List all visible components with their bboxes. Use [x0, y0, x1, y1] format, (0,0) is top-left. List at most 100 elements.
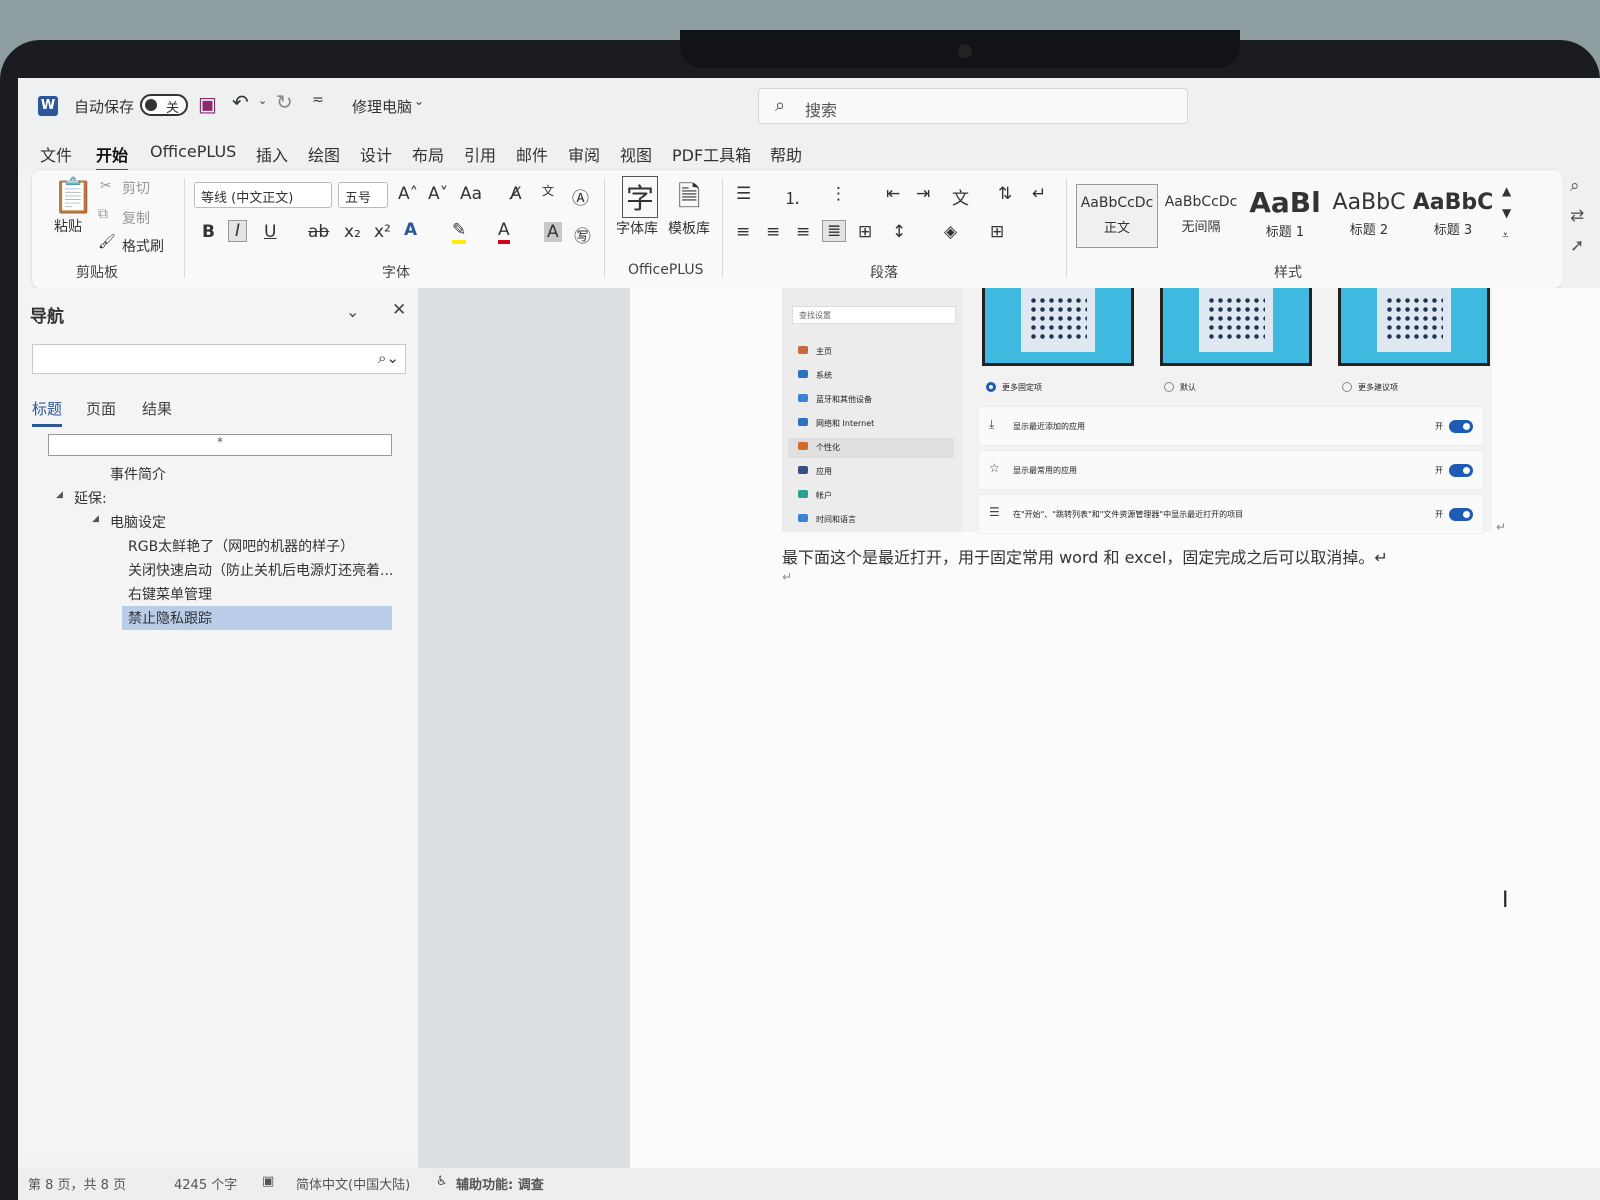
- highlight-icon[interactable]: ✎: [452, 220, 467, 244]
- tab-draw[interactable]: 绘图: [308, 142, 340, 166]
- undo-icon[interactable]: ↶: [232, 90, 249, 114]
- tab-layout[interactable]: 布局: [412, 142, 444, 166]
- template-library-label[interactable]: 模板库: [668, 218, 710, 238]
- template-library-icon[interactable]: 🗎: [678, 176, 701, 224]
- nav-heading-item-selected[interactable]: 禁止隐私跟踪: [122, 606, 392, 630]
- tab-insert[interactable]: 插入: [256, 142, 288, 166]
- document-title[interactable]: 修理电脑: [352, 96, 412, 117]
- font-size-select[interactable]: 五号: [338, 182, 388, 208]
- nav-heading-item[interactable]: 右键菜单管理: [128, 584, 212, 604]
- copy-label[interactable]: 复制: [122, 208, 150, 228]
- tab-home[interactable]: 开始: [96, 142, 129, 172]
- accessibility-icon[interactable]: ♿: [436, 1174, 448, 1189]
- language-status[interactable]: 简体中文(中国大陆): [296, 1174, 410, 1193]
- tab-file[interactable]: 文件: [40, 142, 72, 166]
- sort-icon[interactable]: ⇅: [998, 184, 1012, 204]
- paste-icon[interactable]: 📋: [52, 176, 94, 216]
- increase-indent-icon[interactable]: ⇥: [916, 184, 930, 204]
- multilevel-list-icon[interactable]: ⋮: [830, 184, 847, 204]
- line-spacing-icon[interactable]: ↕: [892, 222, 906, 242]
- nav-heading-item[interactable]: RGB太鲜艳了（网吧的机器的样子）: [128, 536, 408, 556]
- style-normal[interactable]: AaBbCcDc 正文: [1076, 184, 1158, 248]
- autosave-toggle[interactable]: 关: [140, 94, 188, 116]
- format-painter-label[interactable]: 格式刷: [122, 236, 164, 256]
- find-icon[interactable]: ⌕: [1570, 176, 1580, 196]
- search-box[interactable]: ⌕ 搜索: [758, 88, 1188, 124]
- borders-icon[interactable]: ⊞: [990, 222, 1004, 242]
- underline-icon[interactable]: U: [264, 222, 276, 242]
- align-center-icon[interactable]: ≡: [766, 222, 780, 242]
- undo-dropdown-icon[interactable]: ⌄: [258, 94, 267, 107]
- style-heading-3[interactable]: AaBbC 标题 3: [1412, 184, 1494, 248]
- character-border-icon[interactable]: Ⓐ: [572, 184, 589, 209]
- bold-icon[interactable]: B: [202, 222, 215, 242]
- paste-label[interactable]: 粘贴: [54, 216, 82, 236]
- nav-options-chevron-icon[interactable]: ⌄: [346, 302, 359, 321]
- heading-edit-box[interactable]: *: [48, 434, 392, 456]
- distributed-icon[interactable]: ⊞: [858, 222, 872, 242]
- text-effects-icon[interactable]: A: [404, 220, 417, 240]
- styles-more-icon[interactable]: ⩡: [1502, 228, 1509, 243]
- collapse-icon[interactable]: ◢: [56, 490, 63, 500]
- italic-icon[interactable]: I: [228, 220, 248, 242]
- word-count[interactable]: 4245 个字: [174, 1174, 237, 1193]
- title-dropdown-icon[interactable]: ⌄: [414, 94, 424, 108]
- nav-tab-headings[interactable]: 标题: [32, 398, 63, 427]
- font-color-icon[interactable]: A: [498, 220, 510, 244]
- replace-icon[interactable]: ⇄: [1570, 206, 1584, 226]
- redo-icon[interactable]: ↻: [276, 90, 293, 114]
- show-marks-icon[interactable]: ↵: [1032, 184, 1046, 204]
- font-library-icon[interactable]: 字: [622, 176, 659, 218]
- tab-references[interactable]: 引用: [464, 142, 496, 166]
- page-count[interactable]: 第 8 页，共 8 页: [28, 1174, 126, 1193]
- phonetic-guide-icon[interactable]: 文: [542, 182, 554, 199]
- bullets-icon[interactable]: ☰: [736, 184, 751, 204]
- nav-search-input[interactable]: ⌕⌄: [32, 344, 406, 374]
- tab-mailings[interactable]: 邮件: [516, 142, 548, 166]
- subscript-icon[interactable]: x₂: [344, 222, 361, 242]
- chinese-layout-icon[interactable]: 文: [952, 184, 969, 209]
- proofing-icon[interactable]: ▣: [262, 1174, 274, 1189]
- style-heading-1[interactable]: AaBl 标题 1: [1244, 184, 1326, 248]
- styles-scroll-up-icon[interactable]: ▲: [1502, 184, 1511, 198]
- font-library-label[interactable]: 字体库: [616, 218, 658, 238]
- superscript-icon[interactable]: x²: [374, 222, 391, 242]
- font-family-select[interactable]: 等线 (中文正文): [194, 182, 332, 208]
- style-heading-2[interactable]: AaBbC 标题 2: [1328, 184, 1410, 248]
- shrink-font-icon[interactable]: A˅: [428, 184, 448, 204]
- character-shading-icon[interactable]: A: [544, 222, 562, 242]
- nav-tab-results[interactable]: 结果: [142, 398, 172, 419]
- enclose-characters-icon[interactable]: ㊢: [574, 222, 591, 247]
- cut-icon[interactable]: ✂: [100, 178, 112, 194]
- decrease-indent-icon[interactable]: ⇤: [886, 184, 900, 204]
- nav-heading-item[interactable]: 延保:: [74, 488, 107, 508]
- align-left-icon[interactable]: ≡: [736, 222, 750, 242]
- tab-pdf-tools[interactable]: PDF工具箱: [672, 142, 751, 166]
- styles-scroll-down-icon[interactable]: ▼: [1502, 206, 1511, 220]
- tab-view[interactable]: 视图: [620, 142, 652, 166]
- align-right-icon[interactable]: ≡: [796, 222, 810, 242]
- save-icon[interactable]: ▣: [198, 92, 217, 116]
- strikethrough-icon[interactable]: ab: [308, 222, 329, 242]
- style-no-spacing[interactable]: AaBbCcDc 无间隔: [1160, 184, 1242, 248]
- select-icon[interactable]: ➚: [1570, 236, 1584, 256]
- tab-design[interactable]: 设计: [360, 142, 392, 166]
- nav-tab-pages[interactable]: 页面: [86, 398, 116, 419]
- shading-icon[interactable]: ◈: [944, 222, 957, 242]
- tab-review[interactable]: 审阅: [568, 142, 600, 166]
- close-icon[interactable]: ✕: [392, 300, 406, 320]
- copy-icon[interactable]: ⧉: [98, 206, 108, 222]
- nav-heading-item[interactable]: 电脑设定: [110, 512, 166, 532]
- justify-icon[interactable]: ≣: [822, 220, 847, 242]
- grow-font-icon[interactable]: A˄: [398, 184, 418, 204]
- change-case-icon[interactable]: Aa: [460, 184, 482, 204]
- format-painter-icon[interactable]: 🖌: [98, 234, 116, 250]
- collapse-icon[interactable]: ◢: [92, 514, 99, 524]
- document-paragraph[interactable]: 最下面这个是最近打开，用于固定常用 word 和 excel，固定完成之后可以取…: [782, 544, 1388, 568]
- document-page[interactable]: 查找设置 主页 系统 蓝牙和其他设备 网络和 Internet 个性化 应用 帐…: [630, 288, 1600, 1168]
- nav-heading-item[interactable]: 事件简介: [110, 464, 166, 484]
- tab-help[interactable]: 帮助: [770, 142, 802, 166]
- nav-heading-item[interactable]: 关闭快速启动（防止关机后电源灯还亮着...: [128, 560, 408, 580]
- clear-formatting-icon[interactable]: A̸: [510, 184, 522, 204]
- accessibility-status[interactable]: 辅助功能: 调查: [456, 1174, 544, 1193]
